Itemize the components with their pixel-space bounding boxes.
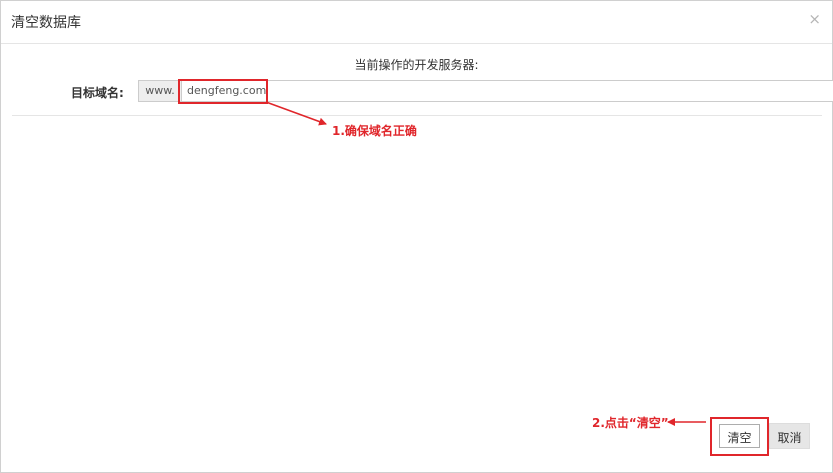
- arrow-to-step1: [265, 101, 327, 126]
- annotation-step1: 1.确保域名正确: [332, 124, 417, 138]
- annotation-arrows: [265, 101, 706, 426]
- annotation-step2: 2.点击“清空”: [592, 416, 669, 430]
